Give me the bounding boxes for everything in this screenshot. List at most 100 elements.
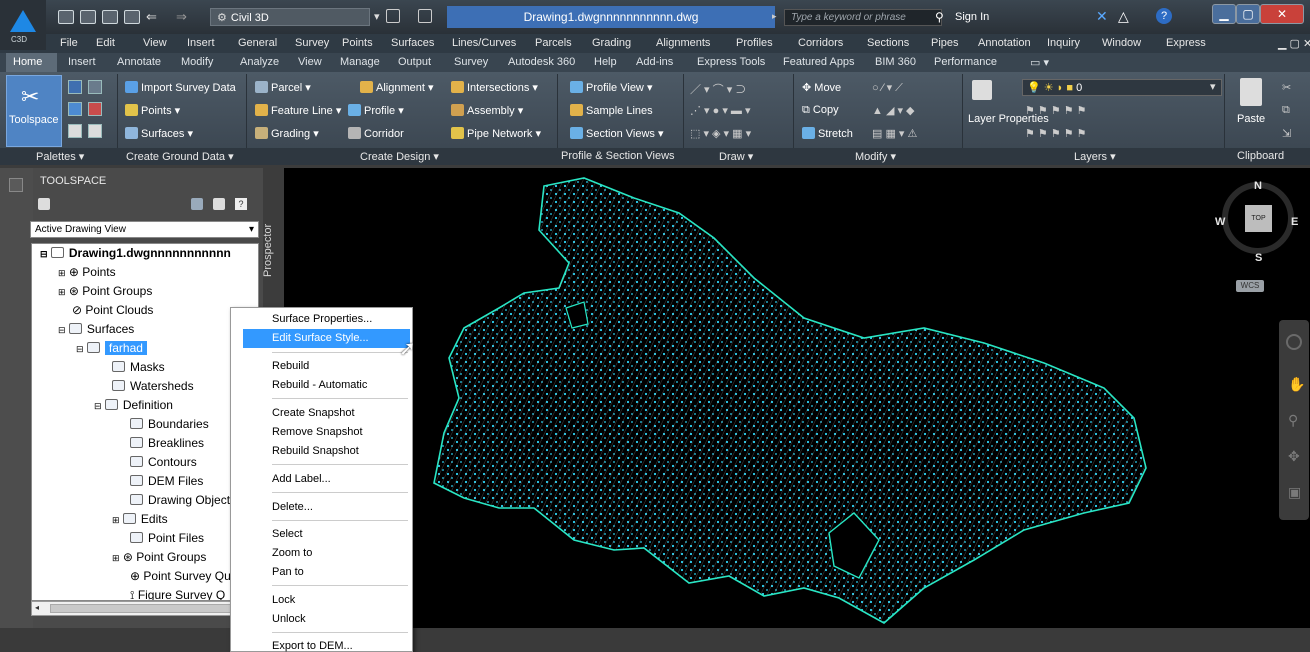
- navigation-bar[interactable]: ✋ ⚲ ✥ ▣: [1279, 320, 1309, 520]
- app-menu-button[interactable]: C3D: [0, 0, 46, 50]
- survey-icon[interactable]: [68, 102, 82, 116]
- menu-rebuild-automatic[interactable]: Rebuild - Automatic: [272, 379, 367, 391]
- menu-general[interactable]: General: [238, 37, 277, 49]
- tree-item-surfaces[interactable]: ⊟ Surfaces: [58, 322, 134, 336]
- tab-bim-360[interactable]: BIM 360: [875, 56, 916, 68]
- open-icon[interactable]: [80, 10, 96, 24]
- tree-item-watersheds[interactable]: Watersheds: [112, 379, 194, 393]
- binoculars-icon[interactable]: ⚲: [935, 10, 944, 24]
- tree-item-edits[interactable]: ⊞ Edits: [112, 512, 168, 526]
- panel-palettes[interactable]: Palettes ▾: [36, 150, 84, 163]
- tab-insert[interactable]: Insert: [68, 56, 96, 68]
- doc-window-controls[interactable]: ▁ ▢ ✕: [1278, 37, 1310, 50]
- toolspace-tree-icon[interactable]: [191, 198, 203, 210]
- plot-icon[interactable]: [386, 9, 400, 23]
- a360-icon[interactable]: △: [1118, 8, 1129, 25]
- tree-item-point-files[interactable]: Point Files: [130, 531, 204, 545]
- properties-icon[interactable]: [68, 124, 82, 138]
- profile-button[interactable]: Profile ▾: [348, 104, 404, 117]
- draw-circle-tools[interactable]: ⋰ ▾ ● ▾ ▬ ▾: [690, 104, 751, 117]
- panel-create-design[interactable]: Create Design ▾: [360, 150, 439, 163]
- menu-sections[interactable]: Sections: [867, 37, 909, 49]
- copy-button[interactable]: ⧉ Copy: [802, 104, 839, 117]
- menu-view[interactable]: View: [143, 37, 167, 49]
- menu-remove-snapshot[interactable]: Remove Snapshot: [272, 426, 363, 438]
- assembly-button[interactable]: Assembly ▾: [451, 104, 523, 117]
- toolspace-help-icon[interactable]: ?: [235, 198, 247, 210]
- menu-surface-properties[interactable]: Surface Properties...: [272, 313, 372, 325]
- tree-item-point-survey-queries[interactable]: ⊕ Point Survey Qu: [130, 569, 231, 583]
- tab-autodesk-360[interactable]: Autodesk 360: [508, 56, 575, 68]
- menu-survey[interactable]: Survey: [295, 37, 329, 49]
- tab-manage[interactable]: Manage: [340, 56, 380, 68]
- toolspace-new-icon[interactable]: [38, 198, 50, 210]
- search-input[interactable]: Type a keyword or phrase: [784, 9, 942, 26]
- tab-output[interactable]: Output: [398, 56, 431, 68]
- profile-view-button[interactable]: Profile View ▾: [570, 81, 652, 94]
- modify-tools-row3[interactable]: ▤ ▦ ▾ ⚠: [872, 127, 917, 140]
- menu-corridors[interactable]: Corridors: [798, 37, 843, 49]
- import-survey-button[interactable]: Import Survey Data: [125, 81, 236, 94]
- tab-modify[interactable]: Modify: [181, 56, 213, 68]
- exchange-icon[interactable]: ✕: [1096, 8, 1108, 25]
- grading-button[interactable]: Grading ▾: [255, 127, 319, 140]
- tree-item-drawing-objects[interactable]: Drawing Objects: [130, 493, 236, 507]
- layers-icon[interactable]: [418, 9, 432, 23]
- panel-modify[interactable]: Modify ▾: [855, 150, 896, 163]
- menu-annotation[interactable]: Annotation: [978, 37, 1031, 49]
- corridor-button[interactable]: Corridor: [348, 127, 404, 140]
- menu-edit-surface-style[interactable]: Edit Surface Style...: [272, 332, 369, 344]
- workspace-select[interactable]: ⚙ Civil 3D: [210, 8, 370, 26]
- tree-item-def-point-groups[interactable]: ⊞ ⊛ Point Groups: [112, 550, 206, 564]
- sign-in-link[interactable]: Sign In: [955, 11, 989, 23]
- menu-inquiry[interactable]: Inquiry: [1047, 37, 1080, 49]
- paste-icon[interactable]: [1240, 78, 1262, 106]
- menu-delete[interactable]: Delete...: [272, 501, 313, 513]
- tree-item-point-clouds[interactable]: ⊘ Point Clouds: [72, 303, 153, 317]
- viewcube-top[interactable]: TOP: [1245, 205, 1272, 232]
- menu-window[interactable]: Window: [1102, 37, 1141, 49]
- menu-add-label[interactable]: Add Label...: [272, 473, 331, 485]
- tab-overflow-icon[interactable]: ▭ ▾: [1030, 56, 1049, 69]
- tree-item-point-groups[interactable]: ⊞ ⊛ Point Groups: [58, 284, 152, 298]
- drawing-canvas[interactable]: [284, 168, 1310, 630]
- move-button[interactable]: ✥ Move: [802, 81, 841, 94]
- tree-item-points[interactable]: ⊞ ⊕ Points: [58, 265, 116, 279]
- modify-tools-row1[interactable]: ○ ⁄ ▾ ⟋: [872, 81, 903, 95]
- menu-alignments[interactable]: Alignments: [656, 37, 710, 49]
- design-center-icon[interactable]: [88, 124, 102, 138]
- menu-file[interactable]: File: [60, 37, 78, 49]
- workspace-dropdown-icon[interactable]: ▾: [374, 10, 380, 23]
- tab-performance[interactable]: Performance: [934, 56, 997, 68]
- menu-create-snapshot[interactable]: Create Snapshot: [272, 407, 355, 419]
- undo-icon[interactable]: ⇐: [146, 9, 157, 25]
- tab-view[interactable]: View: [298, 56, 322, 68]
- menu-express[interactable]: Express: [1166, 37, 1206, 49]
- panel-clipboard[interactable]: Clipboard: [1237, 150, 1284, 162]
- tree-item-definition[interactable]: ⊟ Definition: [94, 398, 173, 412]
- menu-rebuild-snapshot[interactable]: Rebuild Snapshot: [272, 445, 359, 457]
- draw-line-tools[interactable]: ／ ▾ ⌒ ▾ ⊃: [690, 81, 746, 97]
- menu-edit[interactable]: Edit: [96, 37, 115, 49]
- section-views-button[interactable]: Section Views ▾: [570, 127, 663, 140]
- menu-lock[interactable]: Lock: [272, 594, 295, 606]
- tree-item-drawing[interactable]: ⊟ Drawing1.dwgnnnnnnnnnnn: [40, 246, 231, 260]
- pipe-network-button[interactable]: Pipe Network ▾: [451, 127, 541, 140]
- panel-profile-section[interactable]: Profile & Section Views: [561, 150, 675, 162]
- points-button[interactable]: Points ▾: [125, 104, 180, 117]
- match-props-icon[interactable]: ⇲: [1282, 127, 1291, 140]
- orbit-icon[interactable]: ✥: [1288, 448, 1300, 465]
- menu-grading[interactable]: Grading: [592, 37, 631, 49]
- menu-rebuild[interactable]: Rebuild: [272, 360, 309, 372]
- showmotion-icon[interactable]: ▣: [1288, 484, 1301, 501]
- menu-export-to-dem[interactable]: Export to DEM...: [272, 640, 353, 652]
- tab-featured-apps[interactable]: Featured Apps: [783, 56, 855, 68]
- print-icon[interactable]: [124, 10, 140, 24]
- steering-wheel-icon[interactable]: [1286, 334, 1302, 350]
- toolspace-button[interactable]: ✂ Toolspace: [6, 75, 62, 147]
- help-icon[interactable]: ?: [1156, 8, 1172, 24]
- tree-item-farhad[interactable]: ⊟ farhad: [76, 341, 147, 355]
- tab-add-ins[interactable]: Add-ins: [636, 56, 673, 68]
- tree-item-boundaries[interactable]: Boundaries: [130, 417, 209, 431]
- menu-lines-curves[interactable]: Lines/Curves: [452, 37, 516, 49]
